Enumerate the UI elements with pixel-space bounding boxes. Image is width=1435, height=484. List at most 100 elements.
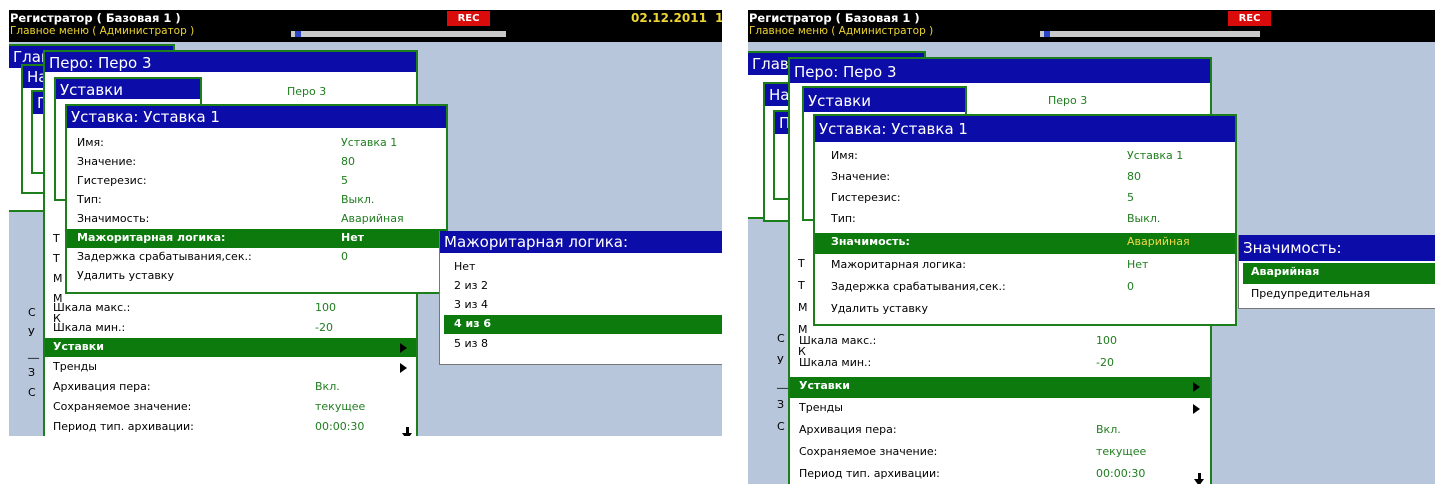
setpoint-row-significance[interactable]: Значимость: Аварийная (67, 210, 446, 229)
hidden-label-s1: С (777, 332, 785, 345)
setpoint-row-hysteresis[interactable]: Гистерезис: 5 (67, 172, 446, 191)
stored-value-label: Сохраняемое значение: (799, 445, 938, 458)
option-label: Нет (454, 260, 476, 273)
setpoint-row-type[interactable]: Тип: Выкл. (815, 210, 1235, 231)
pen-row-archiving[interactable]: Архивация пера: Вкл. (790, 421, 1210, 443)
breadcrumb: Главное меню ( Администратор ) (749, 25, 934, 37)
setpoint-row-majority[interactable]: Мажоритарная логика: Нет (67, 229, 446, 248)
significance-option-emergency[interactable]: Аварийная (1243, 263, 1435, 284)
setpoint-value-label: Значение: (831, 170, 891, 183)
setpoint-row-type[interactable]: Тип: Выкл. (67, 191, 446, 210)
pen-row-setpoints[interactable]: Уставки (790, 377, 1210, 398)
archive-period-value: 00:00:30 (315, 420, 365, 433)
option-label: 3 из 4 (454, 298, 488, 311)
archive-period-label: Период тип. архивации: (53, 420, 194, 433)
setpoint-row-delete[interactable]: Удалить уставку (67, 267, 446, 286)
pen-row-scale-min[interactable]: Шкала мин.: -20 (45, 319, 416, 338)
screen-majority-logic: Регистратор ( Базовая 1 ) Главное меню (… (9, 10, 722, 436)
hidden-label-m1: М (798, 301, 808, 314)
breadcrumb: Главное меню ( Администратор ) (10, 25, 195, 37)
setpoints-label: Уставки (799, 379, 850, 392)
pen-row-trends[interactable]: Тренды (45, 358, 416, 377)
significance-value: Аварийная (1127, 235, 1190, 248)
type-label: Тип: (77, 193, 102, 206)
significance-dropdown-title: Значимость: (1239, 235, 1435, 261)
setpoint-value-value: 80 (1127, 170, 1141, 183)
hidden-label-u: У (777, 354, 784, 367)
scale-max-label: Шкала макс.: (53, 301, 131, 314)
delay-value: 0 (1127, 280, 1134, 293)
majority-option-5of8[interactable]: 5 из 8 (440, 335, 722, 354)
pen-row-scale-min[interactable]: Шкала мин.: -20 (790, 354, 1210, 376)
pen-row-archive-period[interactable]: Период тип. архивации: 00:00:30 (45, 418, 416, 436)
setpoint-name-label: Имя: (831, 149, 858, 162)
hidden-label-s2: С (28, 386, 36, 399)
setpoint-row-majority[interactable]: Мажоритарная логика: Нет (815, 256, 1235, 277)
type-value: Выкл. (1127, 212, 1161, 225)
delete-setpoint-label: Удалить уставку (77, 269, 174, 282)
pen-row-stored-value[interactable]: Сохраняемое значение: текущее (790, 443, 1210, 465)
hidden-label-t2: Т (53, 252, 60, 265)
scale-min-label: Шкала мин.: (799, 356, 872, 369)
scale-min-value: -20 (1096, 356, 1114, 369)
setpoint-row-significance[interactable]: Значимость: Аварийная (815, 233, 1235, 254)
progress-bar (1040, 31, 1260, 37)
archive-period-label: Период тип. архивации: (799, 467, 940, 480)
archive-period-value: 00:00:30 (1096, 467, 1146, 480)
pen-row-trends[interactable]: Тренды (790, 399, 1210, 421)
hysteresis-value: 5 (341, 174, 348, 187)
stored-value-value: текущее (315, 400, 366, 413)
setpoint-window-title: Уставка: Уставка 1 (67, 106, 446, 128)
chevron-right-icon (1193, 404, 1200, 414)
progress-fill (1044, 31, 1051, 37)
pen-row-scale-max[interactable]: Шкала макс.: 100 (790, 332, 1210, 354)
progress-fill (295, 31, 302, 37)
majority-logic-dropdown: Мажоритарная логика: Нет 2 из 2 3 из 4 4… (439, 231, 722, 365)
pen-row-scale-max[interactable]: Шкала макс.: 100 (45, 299, 416, 318)
pen-row-archive-period[interactable]: Период тип. архивации: 00:00:30 (790, 465, 1210, 484)
type-value: Выкл. (341, 193, 375, 206)
pen-row-stored-value[interactable]: Сохраняемое значение: текущее (45, 398, 416, 417)
option-label: Аварийная (1251, 265, 1320, 278)
hidden-label-dash: __ (777, 376, 788, 389)
setpoint-row-name[interactable]: Имя: Уставка 1 (815, 147, 1235, 168)
setpoints-window-title: Уставки (56, 79, 200, 101)
majority-option-none[interactable]: Нет (440, 258, 722, 277)
arrow-down-icon (1194, 473, 1204, 484)
setpoint-row-delete[interactable]: Удалить уставку (815, 300, 1235, 321)
pen-row-setpoints[interactable]: Уставки (45, 338, 416, 357)
hidden-label-t1: Т (798, 257, 805, 270)
rec-indicator: REC (447, 11, 490, 26)
setpoint-row-delay[interactable]: Задержка срабатывания,сек.: 0 (815, 278, 1235, 299)
hysteresis-value: 5 (1127, 191, 1134, 204)
setpoint-row-value[interactable]: Значение: 80 (67, 153, 446, 172)
rec-indicator: REC (1228, 11, 1271, 26)
setpoint-row-delay[interactable]: Задержка срабатывания,сек.: 0 (67, 248, 446, 267)
setpoints-window-title: Уставки (804, 88, 965, 114)
setpoint-value-value: 80 (341, 155, 355, 168)
option-label: 4 из 6 (454, 317, 492, 330)
setpoints-label: Уставки (53, 340, 104, 353)
majority-option-2of2[interactable]: 2 из 2 (440, 277, 722, 296)
title-bar: Регистратор ( Базовая 1 ) Главное меню (… (748, 10, 1435, 42)
pen-row-archiving[interactable]: Архивация пера: Вкл. (45, 378, 416, 397)
trends-label: Тренды (53, 360, 97, 373)
majority-option-4of6[interactable]: 4 из 6 (444, 315, 722, 334)
setpoint-row-name[interactable]: Имя: Уставка 1 (67, 134, 446, 153)
setpoint-value-label: Значение: (77, 155, 137, 168)
title-bar: Регистратор ( Базовая 1 ) Главное меню (… (9, 10, 722, 42)
archiving-value: Вкл. (1096, 423, 1121, 436)
setpoint-row-hysteresis[interactable]: Гистерезис: 5 (815, 189, 1235, 210)
hidden-label-dash: __ (28, 346, 39, 359)
scale-min-value: -20 (315, 321, 333, 334)
time-display: 1 (715, 11, 722, 25)
chevron-right-icon (1193, 382, 1200, 392)
setpoint-window: Уставка: Уставка 1 Имя: Уставка 1 Значени… (813, 114, 1237, 326)
majority-option-3of4[interactable]: 3 из 4 (440, 296, 722, 315)
setpoint-name-value: Уставка 1 (1127, 149, 1184, 162)
setpoint-row-value[interactable]: Значение: 80 (815, 168, 1235, 189)
type-label: Тип: (831, 212, 856, 225)
pen-window-title: Перо: Перо 3 (790, 59, 1210, 85)
significance-option-warning[interactable]: Предупредительная (1239, 285, 1435, 306)
delay-label: Задержка срабатывания,сек.: (77, 250, 252, 263)
